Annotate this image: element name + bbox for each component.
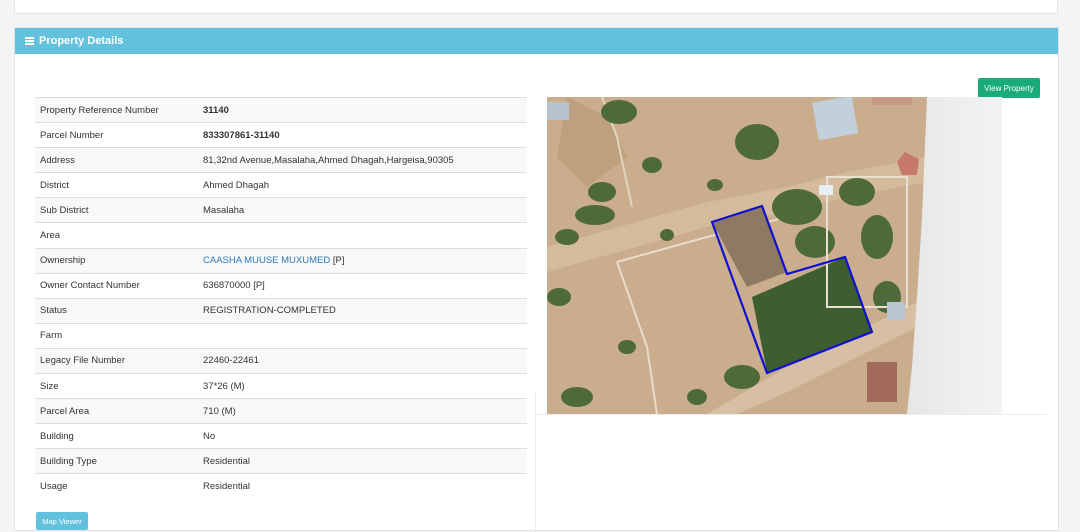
row-label: Parcel Area [35,398,198,424]
property-details-table: Property Reference Number 31140 Parcel N… [35,96,527,499]
row-value: Masalaha [198,197,527,223]
row-value: Residential [198,473,527,499]
table-row: Legacy File Number 22460-22461 [35,347,527,374]
row-label: Owner Contact Number [35,272,198,299]
row-label: Area [35,222,198,249]
table-row: Parcel Number 833307861-31140 [35,122,527,148]
row-label: Address [35,147,198,173]
row-value [198,322,527,349]
image-divider [535,414,1047,415]
previous-panel-edge [14,0,1058,14]
row-value: Residential [198,448,527,474]
table-row: Size 37*26 (M) [35,373,527,399]
list-icon [25,36,34,47]
panel-title: Property Details [39,35,124,47]
table-row: Ownership CAASHA MUUSE MUXUMED [P] [35,247,527,274]
table-row: District Ahmed Dhagah [35,172,527,198]
parcel-aerial-image[interactable] [547,97,1002,414]
row-label: Size [35,373,198,399]
table-row: Owner Contact Number 636870000 [P] [35,272,527,299]
aerial-map-svg [547,97,1002,414]
row-value: 22460-22461 [198,347,527,374]
row-value: 37*26 (M) [198,373,527,399]
owner-name-link[interactable]: CAASHA MUUSE MUXUMED [203,255,330,266]
row-value [198,222,527,249]
row-label: Sub District [35,197,198,223]
table-row: Property Reference Number 31140 [35,96,527,123]
row-label: Usage [35,473,198,499]
row-value: 833307861-31140 [198,122,527,148]
row-label: Legacy File Number [35,347,198,374]
table-row: Building Type Residential [35,448,527,474]
table-row: Area [35,222,527,249]
table-row: Status REGISTRATION-COMPLETED [35,297,527,324]
table-row: Address 81,32nd Avenue,Masalaha,Ahmed Dh… [35,147,527,173]
view-property-button[interactable]: View Property [978,78,1040,98]
table-row: Farm [35,322,527,349]
row-value: 636870000 [P] [198,272,527,299]
row-label: Farm [35,322,198,349]
owner-suffix: [P] [332,255,345,267]
row-value: REGISTRATION-COMPLETED [198,297,527,324]
map-viewer-button[interactable]: Map Viewer [36,512,88,530]
row-value: Ahmed Dhagah [198,172,527,198]
row-value: No [198,423,527,449]
row-label: Building Type [35,448,198,474]
row-label: Property Reference Number [35,96,198,123]
row-label: Ownership [35,247,198,274]
property-details-panel: Property Details View Property Property … [14,27,1059,532]
property-reference-link[interactable]: 31140 [198,96,527,123]
row-label: District [35,172,198,198]
row-value: 710 (M) [198,398,527,424]
row-label: Parcel Number [35,122,198,148]
table-row: Parcel Area 710 (M) [35,398,527,424]
row-label: Building [35,423,198,449]
table-row: Sub District Masalaha [35,197,527,223]
panel-header: Property Details [15,28,1058,54]
row-value: CAASHA MUUSE MUXUMED [P] [198,247,527,274]
table-row: Building No [35,423,527,449]
row-label: Status [35,297,198,324]
row-value: 81,32nd Avenue,Masalaha,Ahmed Dhagah,Har… [198,147,527,173]
table-row: Usage Residential [35,473,527,499]
